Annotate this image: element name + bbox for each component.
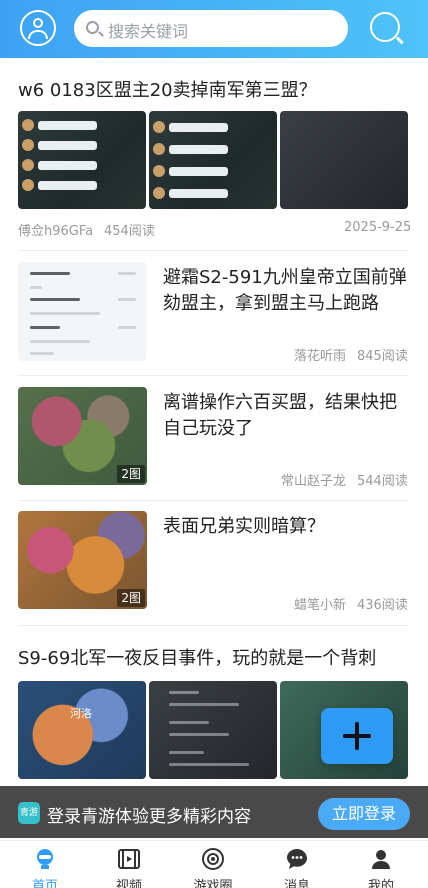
login-prompt-bar: 青游 登录青游体验更多精彩内容 立即登录 <box>0 786 428 838</box>
search-button-icon[interactable] <box>370 12 400 42</box>
post-image[interactable] <box>18 111 146 209</box>
image-count-badge: 2图 <box>117 589 145 607</box>
image-count-badge: 2图 <box>117 465 145 483</box>
post-image[interactable] <box>149 681 277 779</box>
post-image[interactable]: 河洛 <box>18 681 146 779</box>
post-reads: 544阅读 <box>357 474 408 489</box>
profile-icon <box>372 850 390 869</box>
post-reads: 436阅读 <box>357 598 408 613</box>
post-author: 常山赵子龙 <box>281 474 347 489</box>
divider <box>18 250 408 251</box>
video-icon <box>118 849 140 869</box>
tab-video[interactable]: 视频 <box>94 845 164 888</box>
tab-profile[interactable]: 我的 <box>346 845 416 888</box>
tab-home[interactable]: 首页 <box>10 845 80 888</box>
login-prompt-text: 登录青游体验更多精彩内容 <box>47 807 251 827</box>
divider <box>18 375 408 376</box>
post-image[interactable] <box>18 262 147 361</box>
bottom-tab-bar: 首页 视频 游戏圈 消息 我的 <box>0 840 428 888</box>
post-image[interactable] <box>280 111 408 209</box>
search-icon <box>86 21 99 34</box>
post-image[interactable]: 2图 <box>18 511 147 609</box>
create-post-button[interactable] <box>321 708 393 764</box>
post-image[interactable] <box>149 111 277 209</box>
search-input[interactable]: 搜索关键词 <box>74 10 348 47</box>
divider <box>18 625 408 626</box>
tab-label: 游戏圈 <box>193 879 233 888</box>
login-button[interactable]: 立即登录 <box>318 798 410 830</box>
top-bar: 搜索关键词 <box>0 0 428 58</box>
tab-label: 视频 <box>115 879 142 888</box>
post-author: 蜡笔小新 <box>294 598 347 613</box>
tab-messages[interactable]: 消息 <box>262 845 332 888</box>
search-placeholder: 搜索关键词 <box>108 22 189 41</box>
divider <box>18 500 408 501</box>
user-avatar-icon[interactable] <box>20 10 56 46</box>
game-circle-icon <box>202 848 224 870</box>
post-reads: 454阅读 <box>104 224 155 239</box>
tab-label: 首页 <box>31 879 58 888</box>
app-logo-icon: 青游 <box>18 802 40 824</box>
post-author: 落花听雨 <box>294 349 347 364</box>
post-title[interactable]: w6 0183区盟主20卖掉南军第三盟？ <box>18 76 317 102</box>
message-icon <box>287 849 307 869</box>
post-title[interactable]: S9-69北军一夜反目事件，玩的就是一个背刺 <box>18 644 376 670</box>
post-image[interactable]: 2图 <box>18 387 147 485</box>
post-author: 傅佥h96GFa <box>18 224 94 239</box>
tab-game-circle[interactable]: 游戏圈 <box>178 845 248 888</box>
post-title[interactable]: 离谱操作六百买盟，结果快把自己玩没了 <box>163 390 407 442</box>
tab-label: 我的 <box>367 879 394 888</box>
map-label: 河洛 <box>70 707 92 720</box>
post-reads: 845阅读 <box>357 349 408 364</box>
tab-label: 消息 <box>283 879 310 888</box>
post-date: 2025-9-25 <box>344 220 412 235</box>
post-title[interactable]: 表面兄弟实则暗算？ <box>163 514 407 540</box>
post-title[interactable]: 避霜S2-591九州皇帝立国前弹劾盟主，拿到盟主马上跑路 <box>163 265 407 317</box>
home-icon <box>37 849 53 869</box>
